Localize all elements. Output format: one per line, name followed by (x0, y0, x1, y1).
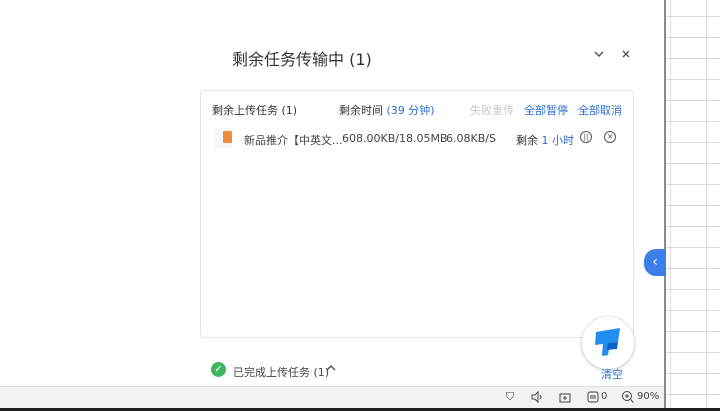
speaker-icon[interactable] (530, 390, 544, 404)
pause-all-button[interactable]: 全部暂停 (524, 102, 568, 118)
notification-icon[interactable] (586, 390, 600, 404)
pause-icon[interactable]: || (580, 131, 592, 143)
app-logo-icon (595, 328, 620, 356)
upload-tasks-box (200, 90, 634, 338)
task-remaining: 剩余 1 小时 (516, 132, 574, 148)
remaining-tasks-label: 剩余上传任务 (212, 104, 278, 117)
remaining-time-value: (39 分钟) (386, 104, 435, 117)
background-pane (0, 0, 180, 386)
notification-count: 0 (601, 391, 608, 402)
remaining-tasks-count: (1) (281, 104, 298, 117)
close-icon[interactable] (618, 48, 634, 64)
zoom-level[interactable]: 90% (637, 391, 659, 402)
remaining-time-header: 剩余时间 (39 分钟) (339, 102, 435, 118)
zoom-in-icon[interactable] (621, 390, 635, 404)
task-progress: 608.00KB/18.05MB (342, 132, 448, 145)
retry-all-button: 失败重传 (470, 104, 514, 117)
chevron-up-icon[interactable] (323, 362, 339, 378)
check-icon: ✓ (211, 362, 226, 377)
cloud-sync-icon[interactable] (558, 390, 572, 404)
shield-icon[interactable]: ⛉ (503, 390, 517, 404)
task-remaining-time: 1 小时 (541, 134, 575, 147)
remaining-time-label: 剩余时间 (339, 104, 383, 117)
task-remaining-label: 剩余 (516, 134, 538, 147)
clear-button[interactable]: 清空 (601, 366, 623, 382)
completed-tasks[interactable]: 已完成上传任务 (1) (233, 364, 329, 380)
file-icon (214, 128, 232, 148)
task-speed: 6.08KB/S (446, 132, 496, 145)
panel-title: 剩余任务传输中 (1) (232, 50, 372, 69)
task-file-name: 新品推介【中英文... (244, 134, 343, 147)
completed-label: 已完成上传任务 (233, 366, 310, 379)
app-logo-button[interactable] (582, 317, 634, 369)
cancel-all-button[interactable]: 全部取消 (578, 102, 622, 118)
chevron-left-icon[interactable]: ‹ (644, 249, 666, 276)
spreadsheet-strip[interactable] (664, 0, 720, 411)
remaining-tasks-header: 剩余上传任务 (1) (212, 102, 297, 118)
chevron-down-icon[interactable] (591, 48, 607, 64)
cancel-icon[interactable]: ✕ (604, 131, 616, 143)
